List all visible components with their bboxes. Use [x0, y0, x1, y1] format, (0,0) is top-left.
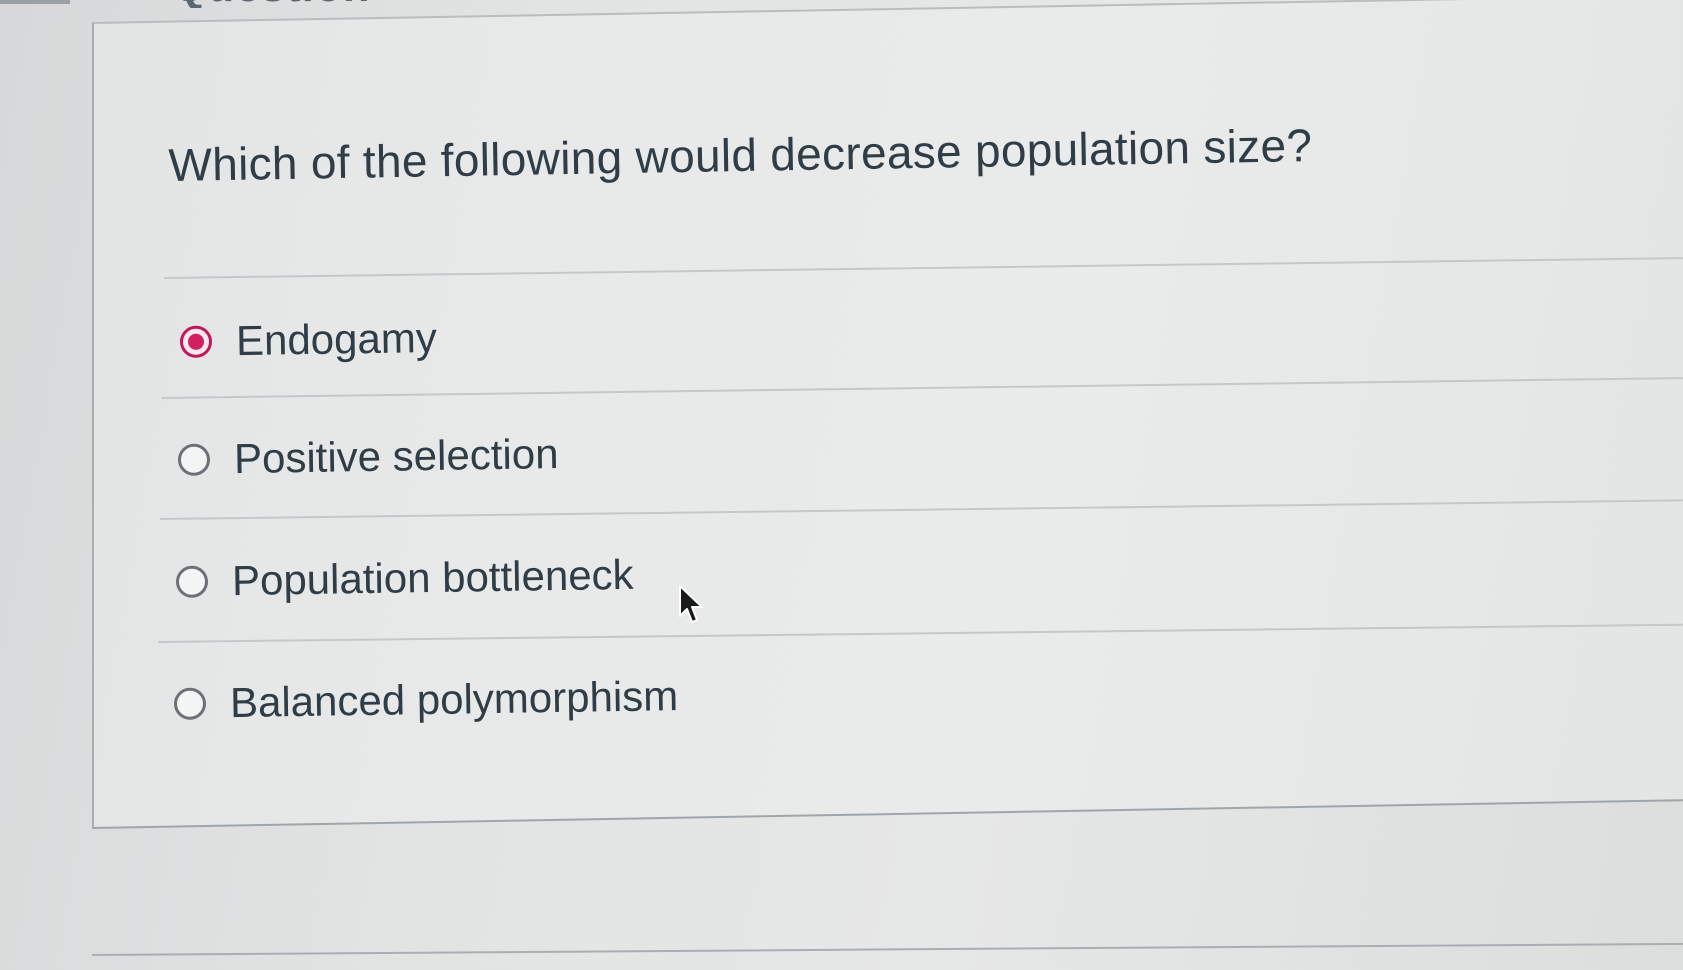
answer-option-positive-selection[interactable]: Positive selection: [177, 430, 559, 484]
radio-selected-icon[interactable]: [179, 325, 213, 358]
top-left-border-fragment: [0, 0, 70, 4]
answer-option-balanced-polymorphism[interactable]: Balanced polymorphism: [173, 672, 679, 728]
answer-label: Positive selection: [233, 430, 559, 483]
mouse-pointer-icon: [679, 585, 703, 623]
answer-label: Endogamy: [235, 313, 438, 365]
answer-label: Balanced polymorphism: [229, 672, 679, 727]
answer-label: Population bottleneck: [231, 550, 634, 605]
question-heading-fragment: Question: [172, 0, 371, 8]
radio-unselected-icon[interactable]: [175, 565, 209, 598]
answer-option-endogamy[interactable]: Endogamy: [179, 313, 438, 366]
radio-unselected-icon[interactable]: [177, 443, 211, 476]
radio-unselected-icon[interactable]: [173, 687, 207, 720]
answer-option-population-bottleneck[interactable]: Population bottleneck: [175, 550, 634, 606]
page-bottom-divider: [91, 942, 1683, 956]
